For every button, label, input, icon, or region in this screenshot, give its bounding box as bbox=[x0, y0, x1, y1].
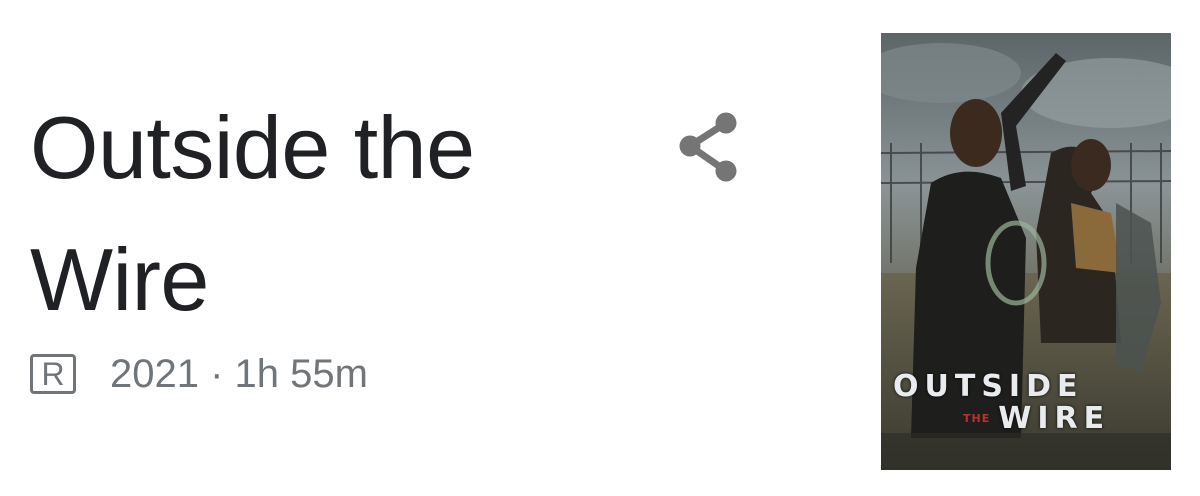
year-runtime: 2021 · 1h 55m bbox=[110, 351, 368, 396]
page-title: Outside the Wire bbox=[30, 98, 475, 329]
movie-poster[interactable]: OUTSIDE THE WIRE bbox=[881, 33, 1171, 470]
movie-meta: R 2021 · 1h 55m bbox=[30, 350, 368, 398]
share-button[interactable] bbox=[668, 108, 748, 188]
poster-title-the: THE bbox=[963, 412, 991, 425]
poster-title-line2: THE WIRE bbox=[963, 401, 1171, 436]
poster-title-wire: WIRE bbox=[998, 401, 1111, 436]
rating-badge: R bbox=[30, 354, 76, 394]
share-icon bbox=[679, 112, 737, 182]
poster-title-line1: OUTSIDE bbox=[893, 369, 1084, 404]
